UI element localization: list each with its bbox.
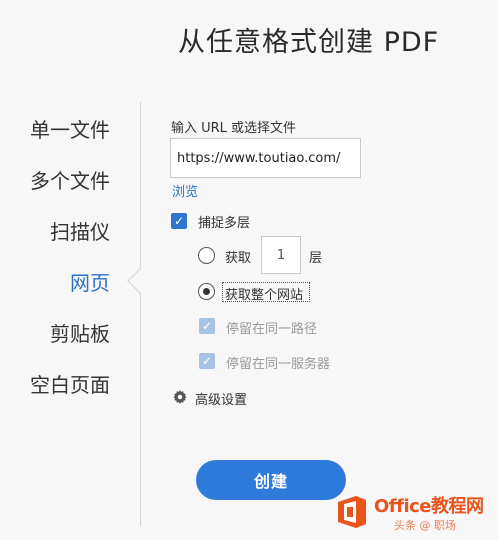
get-whole-site-radio[interactable] xyxy=(198,283,215,300)
url-label: 输入 URL 或选择文件 xyxy=(171,121,297,136)
sidebar-divider xyxy=(140,102,141,526)
get-levels-radio[interactable] xyxy=(198,247,215,264)
advanced-settings-link[interactable]: 高级设置 xyxy=(195,389,247,408)
watermark-subtitle: 头条 @ 职场 xyxy=(394,519,456,532)
radio-selected-dot xyxy=(202,287,210,295)
capture-multilevel-label: 捕捉多层 xyxy=(198,216,251,231)
sidebar-item-multiple-files[interactable]: 多个文件 xyxy=(30,165,110,194)
stay-same-path-checkbox: ✓ xyxy=(199,318,215,334)
page-title: 从任意格式创建 PDF xyxy=(178,27,440,58)
sidebar-item-clipboard[interactable]: 剪贴板 xyxy=(50,318,110,347)
watermark: Office教程网 头条 @ 职场 xyxy=(330,486,496,538)
browse-link[interactable]: 浏览 xyxy=(172,181,198,200)
create-button[interactable]: 创建 xyxy=(196,460,346,500)
watermark-title: Office教程网 xyxy=(374,496,484,517)
stay-same-server-label: 停留在同一服务器 xyxy=(226,357,331,372)
levels-suffix-label: 层 xyxy=(309,251,323,266)
get-whole-site-label: 获取整个网站 xyxy=(225,288,304,303)
office-logo-icon xyxy=(338,496,366,528)
sidebar-nav: 单一文件 多个文件 扫描仪 网页 剪贴板 空白页面 xyxy=(0,0,140,540)
gear-icon[interactable] xyxy=(173,390,187,404)
stay-same-server-checkbox: ✓ xyxy=(199,353,215,369)
sidebar-item-scanner[interactable]: 扫描仪 xyxy=(50,216,110,245)
sidebar-item-web-page[interactable]: 网页 xyxy=(70,267,110,296)
capture-multilevel-checkbox[interactable]: ✓ xyxy=(171,213,187,229)
url-input[interactable] xyxy=(170,138,361,178)
levels-count-input[interactable] xyxy=(261,236,301,274)
stay-same-path-label: 停留在同一路径 xyxy=(226,322,318,337)
sidebar-item-single-file[interactable]: 单一文件 xyxy=(30,114,110,143)
get-levels-label: 获取 xyxy=(225,251,252,266)
sidebar-item-blank-page[interactable]: 空白页面 xyxy=(30,369,110,398)
